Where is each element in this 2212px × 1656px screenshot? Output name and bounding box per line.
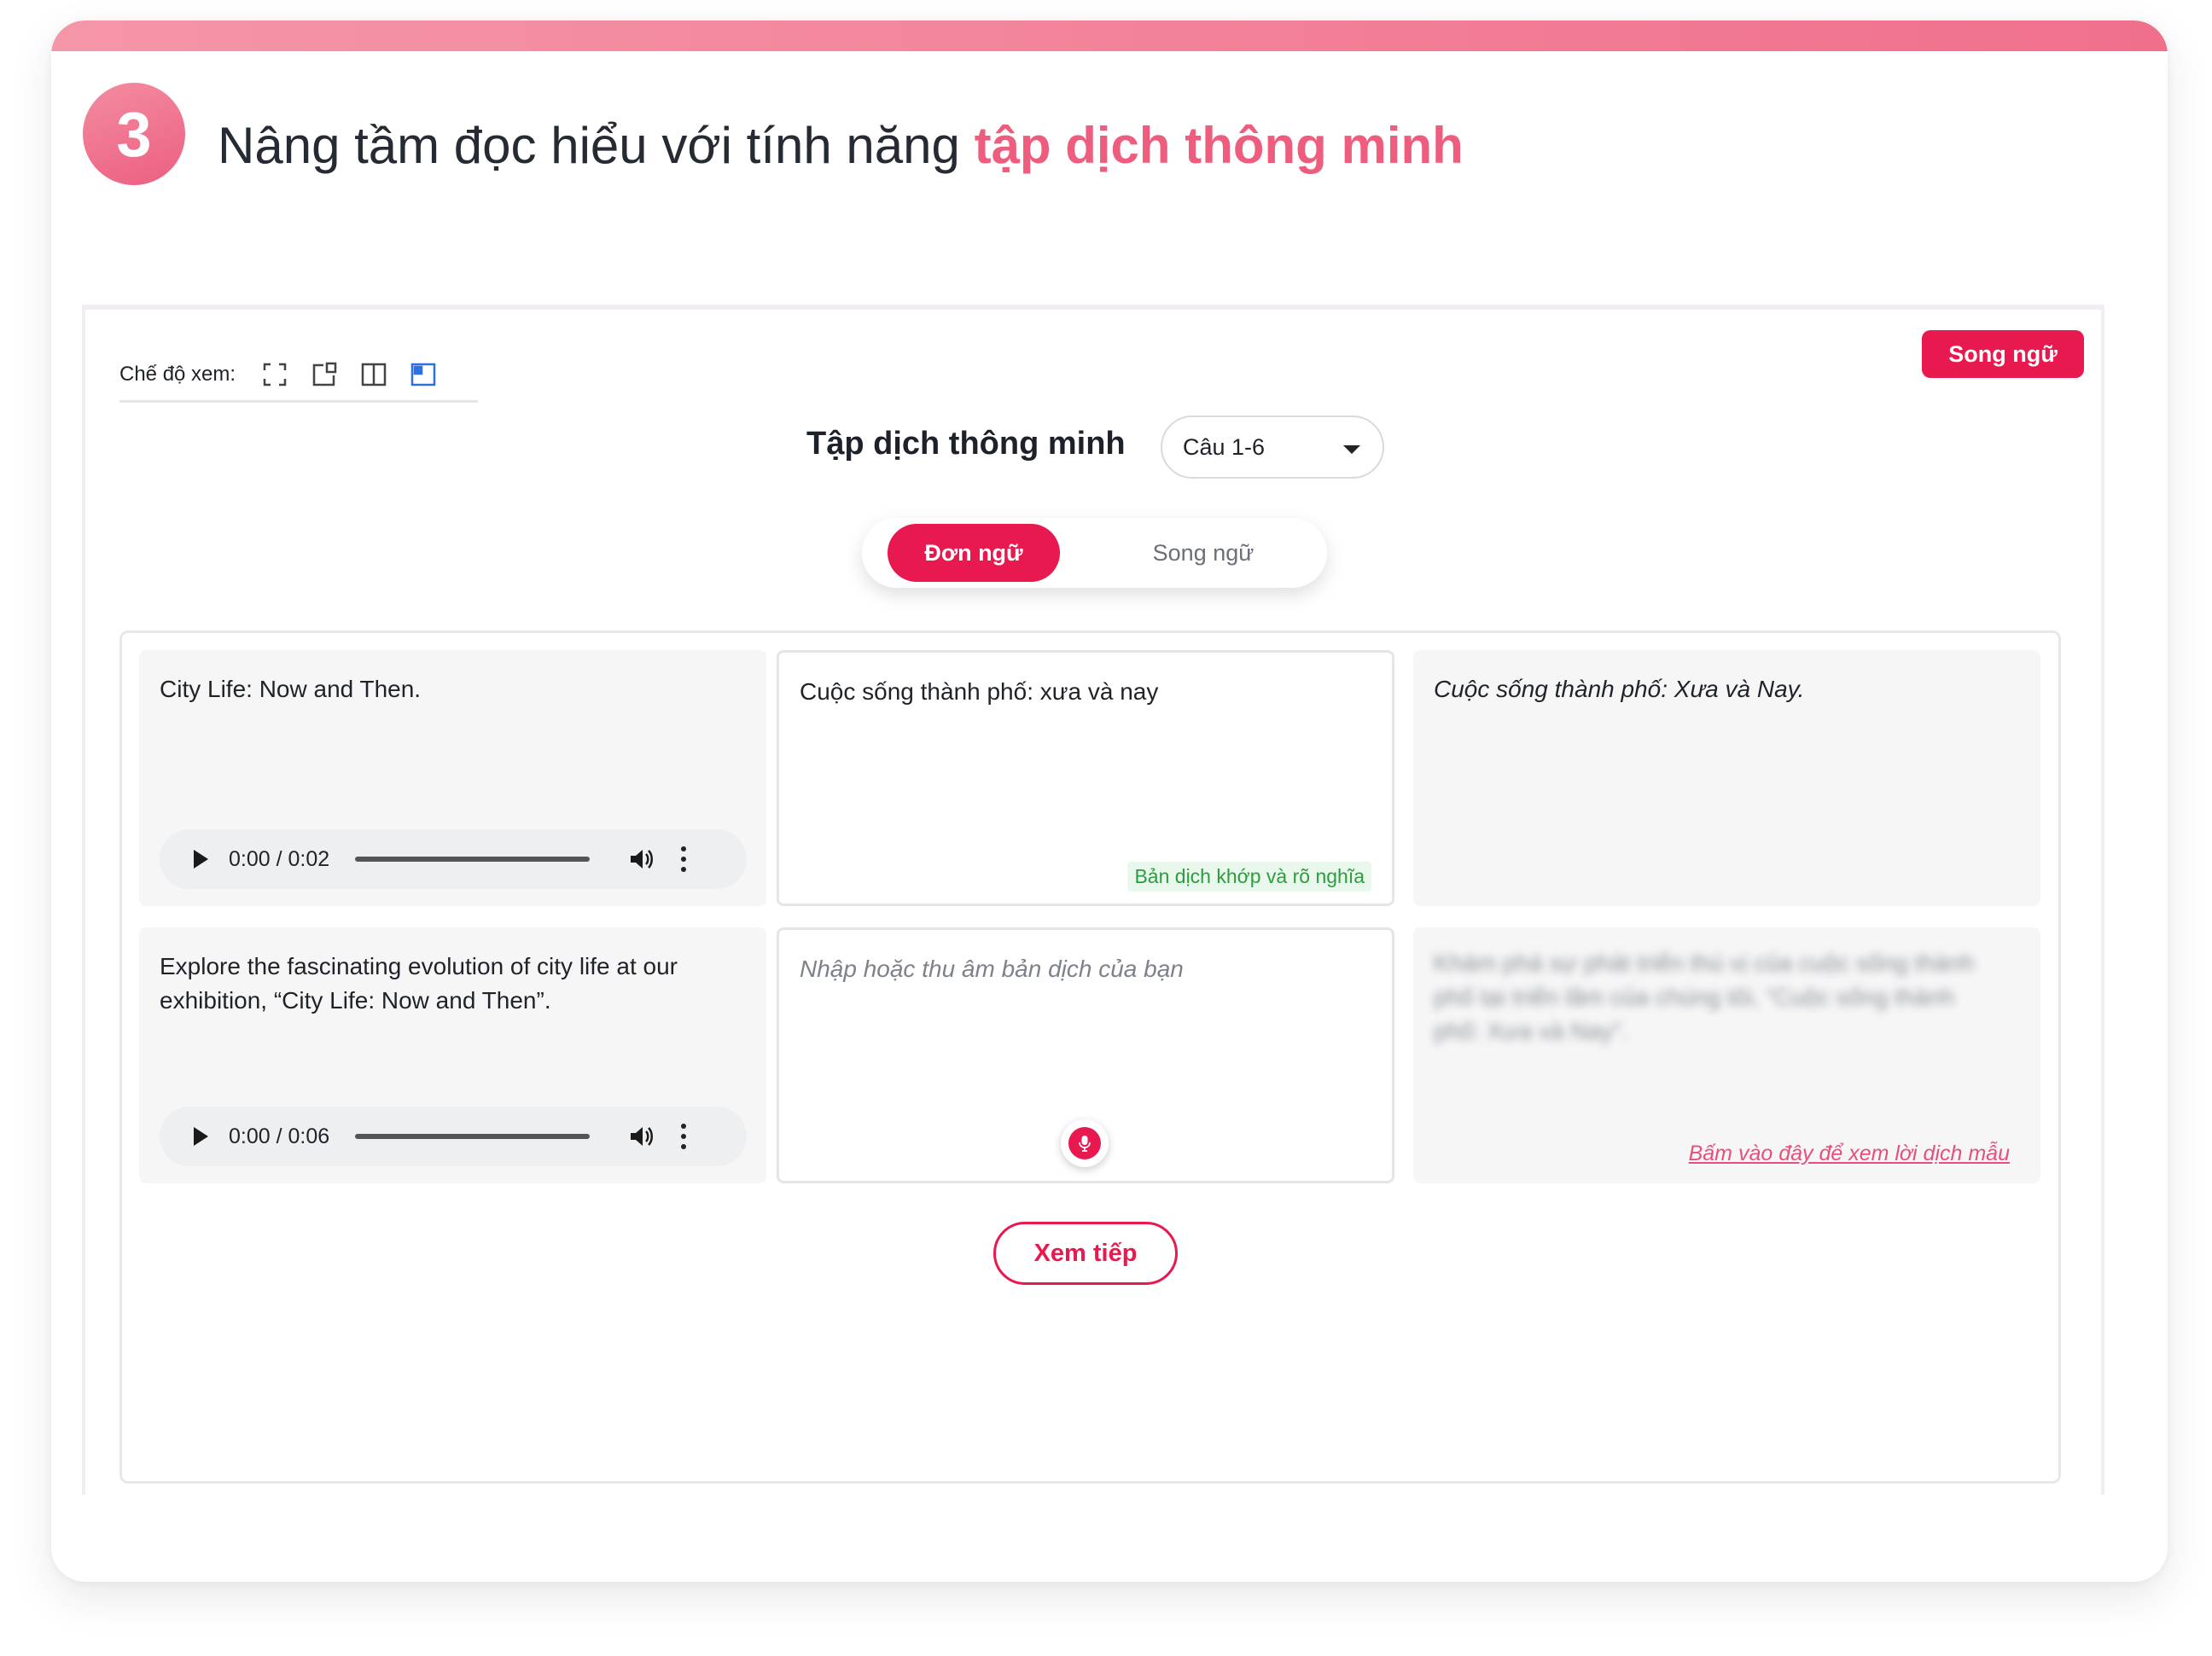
language-mode-toggle: Đơn ngữ Song ngữ [862, 518, 1327, 588]
microphone-button[interactable] [1061, 1119, 1109, 1167]
translation-input-field[interactable]: Nhập hoặc thu âm bản dịch của bạn [777, 927, 1394, 1183]
view-mode-label: Chế độ xem: [119, 362, 236, 386]
bilingual-badge-button[interactable]: Song ngữ [1922, 330, 2084, 378]
tab-monolingual[interactable]: Đơn ngữ [888, 524, 1060, 582]
blurred-sample-text: Khám phá sự phát triển thú vị của cuộc s… [1434, 950, 1975, 1044]
volume-icon[interactable] [627, 1123, 655, 1150]
next-button[interactable]: Xem tiếp [993, 1222, 1178, 1285]
source-sentence-text: Explore the fascinating evolution of cit… [160, 953, 678, 1014]
audio-player: 0:00 / 0:02 [160, 829, 747, 889]
sidebar-layout-icon[interactable] [410, 361, 437, 388]
play-icon[interactable] [194, 850, 208, 869]
audio-player: 0:00 / 0:06 [160, 1107, 747, 1166]
title-row: Tập dịch thông minh Câu 1-6 [85, 412, 2101, 480]
audio-time: 0:00 / 0:02 [229, 846, 330, 871]
hidden-sample-translation-card: Khám phá sự phát triển thú vị của cuộc s… [1413, 927, 2040, 1183]
sample-translation-card: Cuộc sống thành phố: Xưa và Nay. [1413, 650, 2040, 906]
view-mode-toolbar: Chế độ xem: [119, 348, 478, 403]
question-range-select[interactable]: Câu 1-6 [1161, 415, 1384, 479]
audio-time: 0:00 / 0:06 [229, 1124, 330, 1148]
feature-headline: Nâng tầm đọc hiểu với tính năng tập dịch… [218, 116, 1464, 175]
play-icon[interactable] [194, 1127, 208, 1146]
user-translation-text: Cuộc sống thành phố: xưa và nay [800, 678, 1159, 705]
app-screenshot-panel: Chế độ xem: Song ngữ Tập dịch thông minh… [82, 305, 2104, 1495]
popout-icon[interactable] [311, 361, 338, 388]
audio-progress-bar[interactable] [355, 857, 591, 862]
split-columns-icon[interactable] [360, 361, 387, 388]
page-title: Tập dịch thông minh [806, 426, 1126, 462]
chevron-down-icon [1343, 445, 1360, 454]
view-sample-translation-link[interactable]: Bấm vào đây để xem lời dịch mẫu [1689, 1142, 2010, 1166]
translation-workspace: City Life: Now and Then. 0:00 / 0:02 Cuộ… [119, 630, 2061, 1484]
source-sentence-card: City Life: Now and Then. 0:00 / 0:02 [139, 650, 766, 906]
step-number-badge: 3 [83, 83, 185, 185]
tab-bilingual[interactable]: Song ngữ [1126, 524, 1280, 582]
fullscreen-icon[interactable] [261, 361, 288, 388]
translation-input-placeholder: Nhập hoặc thu âm bản dịch của bạn [800, 956, 1184, 982]
sample-translation-text: Cuộc sống thành phố: Xưa và Nay. [1434, 676, 1805, 702]
card-top-accent-bar [51, 20, 2168, 51]
question-range-value: Câu 1-6 [1183, 433, 1266, 460]
headline-highlight: tập dịch thông minh [974, 117, 1464, 174]
headline-text: Nâng tầm đọc hiểu với tính năng [218, 117, 975, 174]
user-translation-card[interactable]: Cuộc sống thành phố: xưa và nay Bản dịch… [777, 650, 1394, 906]
volume-icon[interactable] [627, 845, 655, 873]
microphone-icon [1068, 1127, 1101, 1159]
more-options-icon[interactable] [680, 1124, 687, 1149]
source-sentence-card: Explore the fascinating evolution of cit… [139, 927, 766, 1183]
source-sentence-text: City Life: Now and Then. [160, 676, 422, 702]
translation-feedback: Bản dịch khớp và rõ nghĩa [1127, 862, 1371, 892]
more-options-icon[interactable] [680, 846, 687, 872]
audio-progress-bar[interactable] [355, 1134, 591, 1139]
